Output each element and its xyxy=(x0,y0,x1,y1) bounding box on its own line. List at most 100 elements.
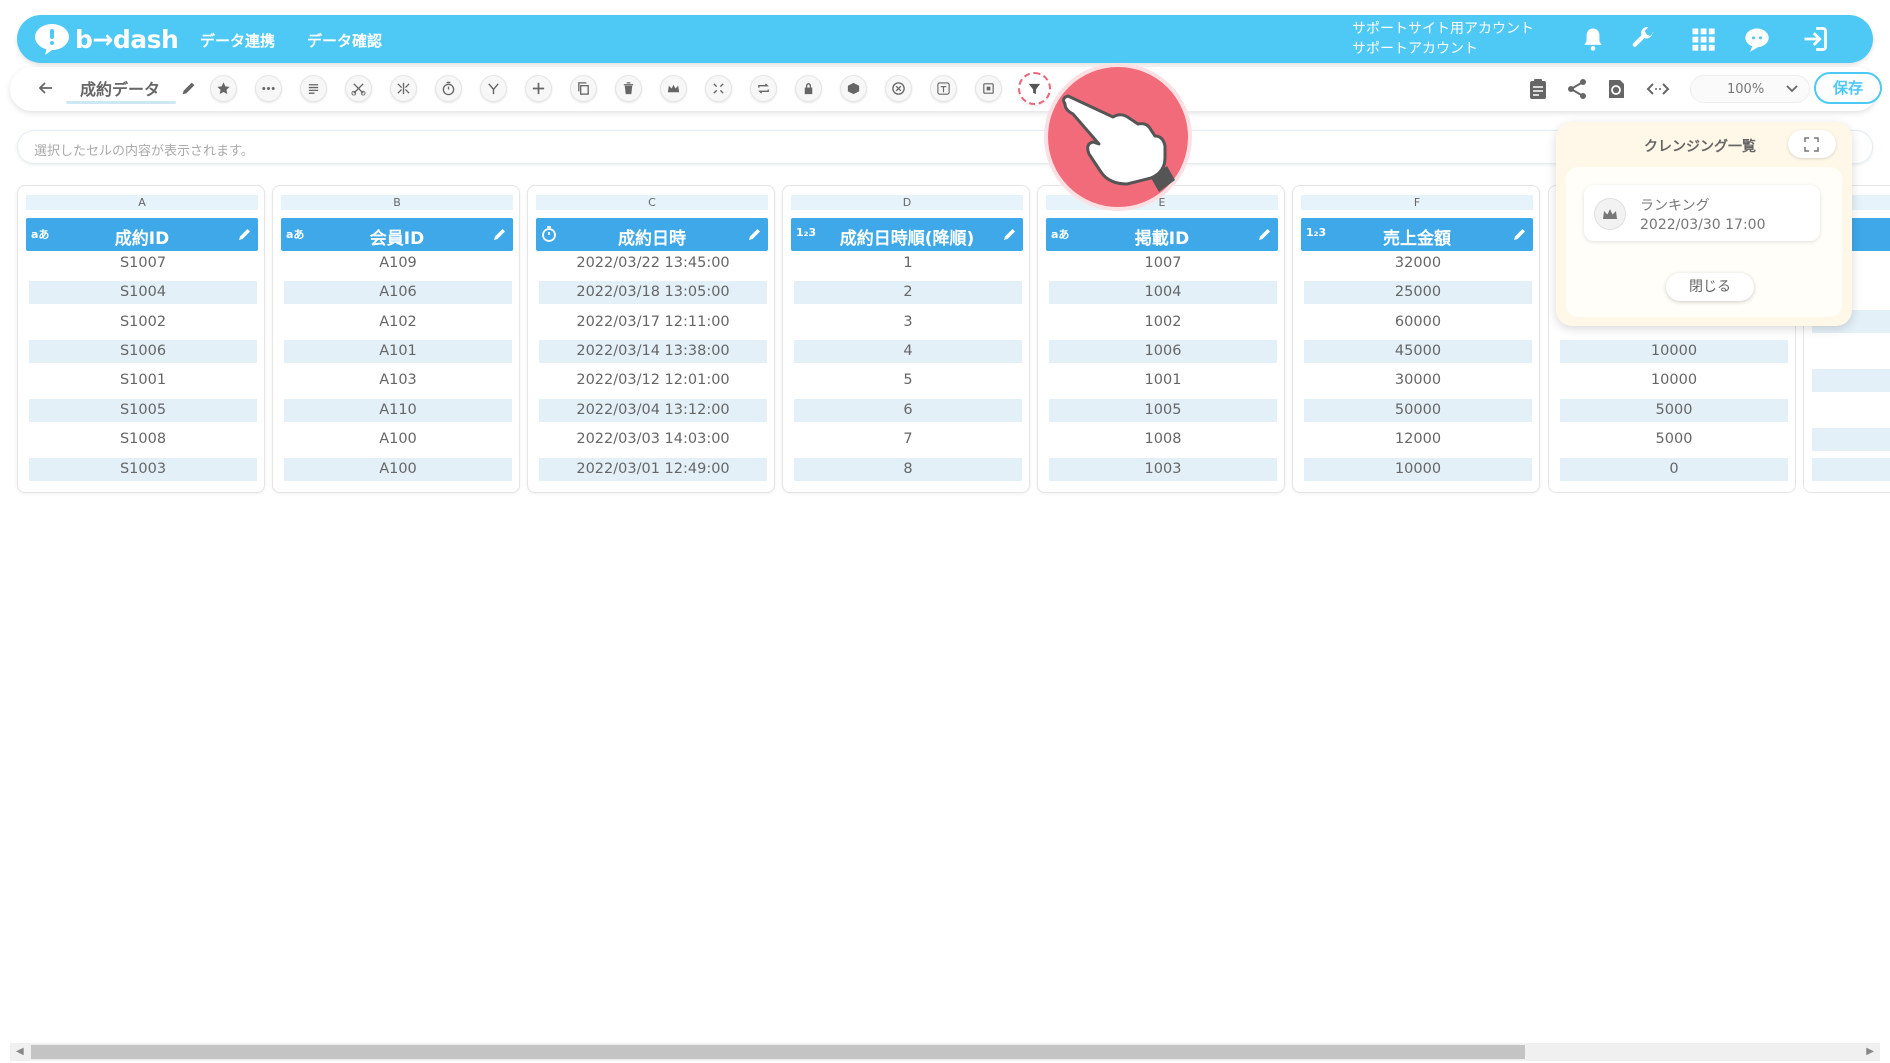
table-cell[interactable]: A100 xyxy=(284,458,512,481)
table-cell[interactable]: A101 xyxy=(284,340,512,363)
favorite-button[interactable] xyxy=(210,75,237,102)
pencil-icon[interactable] xyxy=(237,227,252,242)
table-cell[interactable]: 10000 xyxy=(1304,458,1532,481)
history-icon[interactable] xyxy=(1604,77,1628,101)
column-header[interactable]: aあ 掲載ID xyxy=(1046,218,1278,251)
table-cell[interactable]: S1001 xyxy=(29,369,257,392)
expand-button[interactable] xyxy=(705,75,732,102)
cleansing-item[interactable]: ランキング 2022/03/30 17:00 xyxy=(1584,185,1820,241)
column-a[interactable]: Aaあ 成約ID S1007 S1004 S1002 S1006 S1001 S1005 S10… xyxy=(17,185,265,493)
column-d[interactable]: D 1₂3 成約日時順(降順) 1 2 3 4 5 6 7 8 xyxy=(782,185,1030,493)
pencil-icon[interactable] xyxy=(1512,227,1527,242)
table-cell[interactable]: 50000 xyxy=(1304,399,1532,422)
table-cell[interactable]: S1002 xyxy=(29,311,257,334)
table-cell[interactable]: 5 xyxy=(794,369,1022,392)
split-button[interactable] xyxy=(390,75,417,102)
apps-grid-icon[interactable] xyxy=(1689,25,1717,53)
close-button[interactable]: 閉じる xyxy=(1666,273,1754,301)
table-cell[interactable]: 0 xyxy=(1560,458,1788,481)
table-cell[interactable]: S1008 xyxy=(29,428,257,451)
save-button[interactable]: 保存 xyxy=(1814,72,1882,104)
table-cell[interactable]: 32000 xyxy=(1304,252,1532,275)
table-cell[interactable] xyxy=(1812,369,1890,392)
share-icon[interactable] xyxy=(1565,77,1589,101)
account-info[interactable]: サポートサイト用アカウント サポートアカウント xyxy=(1352,19,1534,59)
pencil-icon[interactable] xyxy=(180,79,198,97)
table-cell[interactable]: 4 xyxy=(794,340,1022,363)
column-header[interactable]: aあ 会員ID xyxy=(281,218,513,251)
table-cell[interactable]: 1002 xyxy=(1049,311,1277,334)
table-cell[interactable]: 1 xyxy=(794,252,1022,275)
table-cell[interactable]: S1006 xyxy=(29,340,257,363)
data-name-title[interactable]: 成約データ xyxy=(80,76,160,100)
pencil-icon[interactable] xyxy=(747,227,762,242)
lock-button[interactable] xyxy=(795,75,822,102)
table-cell[interactable]: 1005 xyxy=(1049,399,1277,422)
frame-button[interactable] xyxy=(975,75,1002,102)
table-cell[interactable]: 2 xyxy=(794,281,1022,304)
column-header[interactable]: 1₂3 売上金額 xyxy=(1301,218,1533,251)
nav-data-link[interactable]: データ連携 xyxy=(200,30,275,51)
table-cell[interactable]: A102 xyxy=(284,311,512,334)
text-format-button[interactable] xyxy=(300,75,327,102)
column-b[interactable]: Baあ 会員ID A109 A106 A102 A101 A103 A110 A100 A100 xyxy=(272,185,520,493)
table-cell[interactable]: 2022/03/12 12:01:00 xyxy=(539,369,767,392)
table-cell[interactable]: 1003 xyxy=(1049,458,1277,481)
clear-button[interactable] xyxy=(885,75,912,102)
table-cell[interactable]: 10000 xyxy=(1560,369,1788,392)
table-cell[interactable]: 2022/03/03 14:03:00 xyxy=(539,428,767,451)
more-button[interactable] xyxy=(255,75,282,102)
translate-button[interactable] xyxy=(930,75,957,102)
table-cell[interactable] xyxy=(1812,428,1890,451)
column-header[interactable]: 成約日時 xyxy=(536,218,768,251)
scroll-left-arrow-icon[interactable]: ◀ xyxy=(16,1046,24,1057)
code-icon[interactable] xyxy=(1646,77,1670,101)
table-cell[interactable]: A106 xyxy=(284,281,512,304)
table-cell[interactable]: S1007 xyxy=(29,252,257,275)
copy-button[interactable] xyxy=(570,75,597,102)
tools-button[interactable] xyxy=(345,75,372,102)
pencil-icon[interactable] xyxy=(1002,227,1017,242)
table-cell[interactable]: 2022/03/18 13:05:00 xyxy=(539,281,767,304)
column-header[interactable]: aあ 成約ID xyxy=(26,218,258,251)
delete-button[interactable] xyxy=(615,75,642,102)
table-cell[interactable]: S1004 xyxy=(29,281,257,304)
table-cell[interactable]: A110 xyxy=(284,399,512,422)
table-cell[interactable]: S1003 xyxy=(29,458,257,481)
scroll-right-arrow-icon[interactable]: ▶ xyxy=(1866,1046,1874,1057)
table-cell[interactable]: 5000 xyxy=(1560,428,1788,451)
table-cell[interactable]: 10000 xyxy=(1560,340,1788,363)
table-cell[interactable]: 25000 xyxy=(1304,281,1532,304)
table-cell[interactable]: 30000 xyxy=(1304,369,1532,392)
zoom-select[interactable]: 100% xyxy=(1690,75,1810,103)
horizontal-scrollbar[interactable]: ◀ ▶ xyxy=(10,1043,1880,1061)
column-f[interactable]: F 1₂3 売上金額 32000 25000 60000 45000 30000 50000 12… xyxy=(1292,185,1540,493)
column-header[interactable]: 1₂3 成約日時順(降順) xyxy=(791,218,1023,251)
table-cell[interactable]: S1005 xyxy=(29,399,257,422)
table-cell[interactable]: 45000 xyxy=(1304,340,1532,363)
table-cell[interactable]: 60000 xyxy=(1304,311,1532,334)
wrench-icon[interactable] xyxy=(1629,25,1657,53)
table-cell[interactable]: 8 xyxy=(794,458,1022,481)
table-cell[interactable]: 1001 xyxy=(1049,369,1277,392)
table-cell[interactable]: 1006 xyxy=(1049,340,1277,363)
table-cell[interactable]: 2022/03/17 12:11:00 xyxy=(539,311,767,334)
table-cell[interactable]: 7 xyxy=(794,428,1022,451)
table-cell[interactable] xyxy=(1812,458,1890,481)
column-e[interactable]: Eaあ 掲載ID 1007 1004 1002 1006 1001 1005 1008 1003 xyxy=(1037,185,1285,493)
pencil-icon[interactable] xyxy=(1257,227,1272,242)
panel-expand-button[interactable] xyxy=(1788,130,1836,158)
table-cell[interactable]: 1007 xyxy=(1049,252,1277,275)
table-cell[interactable]: 2022/03/14 13:38:00 xyxy=(539,340,767,363)
table-cell[interactable]: A103 xyxy=(284,369,512,392)
timer-button[interactable] xyxy=(435,75,462,102)
table-cell[interactable]: 6 xyxy=(794,399,1022,422)
box-button[interactable] xyxy=(840,75,867,102)
logo[interactable]: b→dash xyxy=(33,23,179,55)
clipboard-icon[interactable] xyxy=(1526,77,1550,101)
logout-icon[interactable] xyxy=(1801,25,1829,53)
nav-data-check[interactable]: データ確認 xyxy=(307,30,382,51)
column-c[interactable]: C 成約日時 2022/03/22 13:45:00 2022/03/18 13:05… xyxy=(527,185,775,493)
support-chat-icon[interactable] xyxy=(1743,25,1771,53)
table-cell[interactable]: 1008 xyxy=(1049,428,1277,451)
